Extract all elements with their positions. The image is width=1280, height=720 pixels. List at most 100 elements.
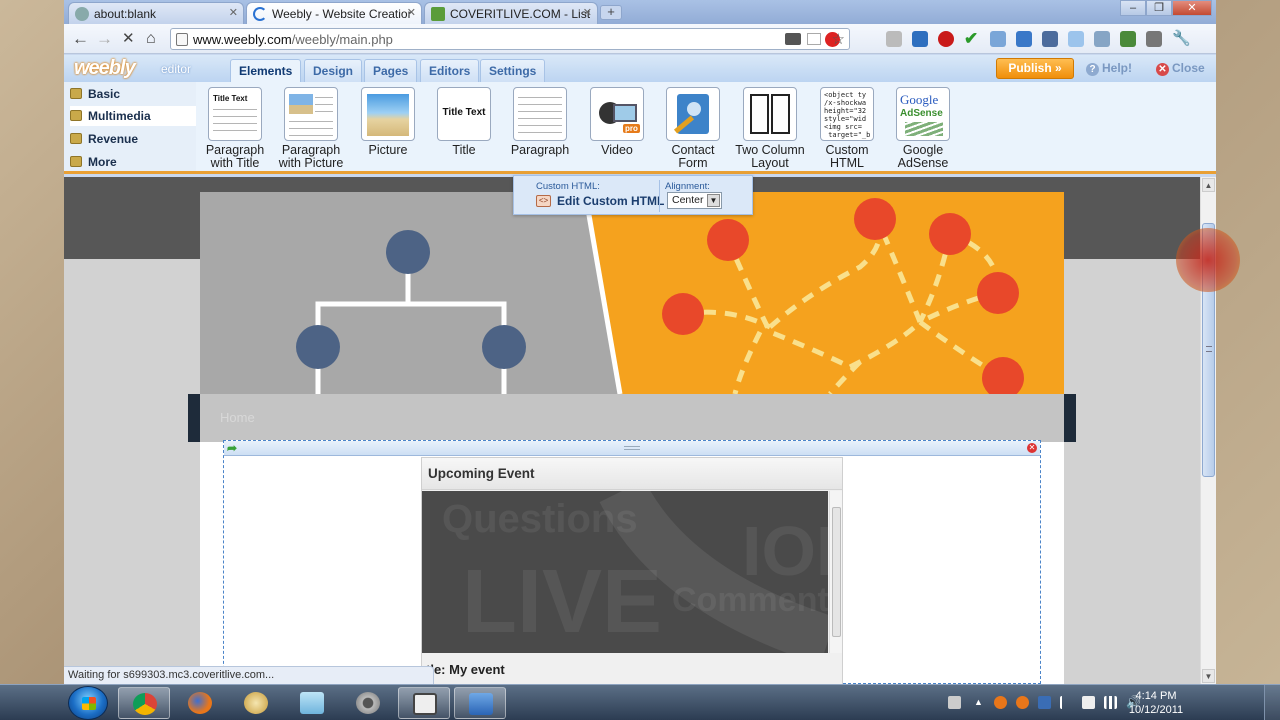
element-paragraph-with-picture[interactable]: Paragraph with Picture [273, 87, 349, 170]
element-custom-html[interactable]: <object ty /x-shockwa height="32 style="… [809, 87, 885, 170]
page-share-icon[interactable] [1068, 31, 1084, 47]
network-icon[interactable] [1104, 696, 1117, 709]
help-button[interactable]: ? Help! [1086, 61, 1132, 76]
tab-elements[interactable]: Elements [230, 59, 302, 83]
event-image-graphic [599, 491, 828, 653]
new-tab-button[interactable]: + [600, 5, 622, 20]
taskbar-chrome[interactable] [118, 687, 170, 719]
close-icon: ✕ [1156, 63, 1169, 76]
element-picture[interactable]: Picture [350, 87, 426, 157]
close-icon[interactable]: ✕ [229, 6, 238, 19]
delete-element-icon[interactable]: ✕ [1027, 443, 1037, 453]
tab-coveritlive[interactable]: COVERITLIVE.COM - List Li ✕ [424, 2, 598, 24]
close-icon[interactable]: ✕ [407, 6, 416, 19]
element-toolbar: ➦ ✕ [224, 441, 1040, 456]
feed-icon[interactable] [1120, 31, 1136, 47]
custom-html-icon: <object ty /x-shockwa height="32 style="… [820, 87, 874, 141]
tab-design[interactable]: Design [304, 59, 363, 82]
firefox-tray-icon[interactable] [994, 696, 1007, 709]
puzzle-icon[interactable] [990, 31, 1006, 47]
taskbar-capture[interactable] [454, 687, 506, 719]
bookmark-icon[interactable] [1042, 31, 1058, 47]
browser-toolbar: ← → ✕ ⌂ www.weebly.com/weebly/main.php ☆… [64, 24, 1216, 54]
flag-icon[interactable] [1060, 696, 1073, 709]
close-icon[interactable]: ✕ [583, 6, 592, 19]
edit-custom-html-button[interactable]: Edit Custom HTML [557, 194, 664, 208]
app-tray-icon[interactable] [1038, 696, 1051, 709]
event-scrollbar[interactable] [829, 491, 842, 653]
blank-page-icon[interactable] [807, 33, 821, 45]
tab-editors[interactable]: Editors [420, 59, 480, 82]
cursor-highlight [1176, 228, 1240, 292]
tab-settings[interactable]: Settings [480, 59, 546, 82]
address-url[interactable]: www.weebly.com/weebly/main.php [193, 32, 393, 47]
windows-logo-icon [82, 697, 96, 710]
start-button[interactable] [68, 686, 108, 720]
ruler-icon[interactable] [1146, 31, 1162, 47]
weebly-logo: weebly [74, 57, 136, 79]
speech-bubble-icon[interactable] [785, 33, 801, 45]
back-arrow-icon[interactable]: ← [72, 30, 89, 47]
download-icon [431, 6, 445, 21]
taskbar-paint[interactable] [230, 687, 282, 719]
element-two-column-layout[interactable]: Two Column Layout [732, 87, 808, 170]
element-video[interactable]: pro Video [579, 87, 655, 157]
chevron-down-icon[interactable]: ▼ [707, 194, 720, 207]
tab-strip: about:blank ✕ Weebly - Website Creation … [64, 0, 1216, 24]
screen-capture-icon[interactable] [912, 31, 928, 47]
bookmark-star-icon[interactable]: ☆ [832, 30, 845, 48]
eyedropper-icon[interactable] [1094, 31, 1110, 47]
close-window-icon[interactable]: ✕ [1172, 0, 1212, 16]
home-icon[interactable]: ⌂ [146, 30, 156, 47]
scroll-down-icon[interactable]: ▼ [1202, 669, 1215, 683]
forward-arrow-icon[interactable]: → [96, 30, 113, 47]
category-revenue[interactable]: Revenue [70, 129, 196, 149]
taskbar-firefox[interactable] [174, 687, 226, 719]
address-bar[interactable]: www.weebly.com/weebly/main.php ☆ [170, 28, 850, 50]
move-arrow-icon[interactable]: ➦ [227, 441, 237, 455]
tab-about-blank[interactable]: about:blank ✕ [68, 2, 244, 24]
stop-sign-icon[interactable] [938, 31, 954, 47]
scroll-up-icon[interactable]: ▲ [1202, 178, 1215, 192]
alignment-select[interactable]: Center ▼ [667, 192, 722, 209]
drag-handle[interactable] [624, 446, 640, 450]
nav-home-link[interactable]: Home [220, 410, 255, 425]
element-title[interactable]: Title Text Title [426, 87, 502, 157]
power-icon[interactable] [1082, 696, 1095, 709]
minimize-icon[interactable]: – [1120, 0, 1146, 16]
paragraph-icon [513, 87, 567, 141]
tab-weebly[interactable]: Weebly - Website Creation ✕ [246, 2, 422, 24]
clock[interactable]: 4:14 PM 10/12/2011 [1126, 689, 1186, 717]
element-google-adsense[interactable]: Google AdSense Google AdSense [885, 87, 961, 170]
firefox-tray-icon-2[interactable] [1016, 696, 1029, 709]
element-paragraph[interactable]: Paragraph [502, 87, 578, 157]
mail-icon[interactable] [886, 31, 902, 47]
keyboard-icon[interactable] [948, 696, 961, 709]
tray-expand-icon[interactable]: ▲ [974, 696, 987, 709]
category-basic[interactable]: Basic [70, 84, 196, 104]
taskbar-webcam[interactable] [342, 687, 394, 719]
selected-element-box[interactable]: ➦ ✕ Upcoming Event Questions LIVE Commen… [223, 440, 1041, 684]
publish-button[interactable]: Publish » [996, 58, 1074, 79]
category-multimedia[interactable]: Multimedia [70, 106, 196, 126]
stop-icon[interactable]: ✕ [122, 30, 135, 47]
banner-graphic [200, 192, 1064, 394]
contact-form-icon [666, 87, 720, 141]
event-image: Questions LIVE Comment ION [422, 491, 828, 653]
category-more[interactable]: More [70, 152, 196, 172]
element-paragraph-with-title[interactable]: Title Text Paragraph with Title [197, 87, 273, 170]
wrench-icon[interactable]: 🔧 [1172, 31, 1191, 47]
page-icon [176, 33, 188, 46]
tab-pages[interactable]: Pages [364, 59, 418, 82]
taskbar-recorder[interactable] [398, 687, 450, 719]
element-contact-form[interactable]: Contact Form [655, 87, 731, 170]
two-column-icon [743, 87, 797, 141]
checkmark-icon[interactable]: ✔ [964, 30, 980, 47]
window-controls: – ❐ ✕ [1120, 0, 1212, 16]
calendar-icon[interactable] [1016, 31, 1032, 47]
maximize-icon[interactable]: ❐ [1146, 0, 1172, 16]
taskbar-notes[interactable] [286, 687, 338, 719]
show-desktop-button[interactable] [1264, 685, 1280, 720]
event-widget[interactable]: Upcoming Event Questions LIVE Comment IO… [421, 457, 843, 684]
close-editor-button[interactable]: ✕ Close [1156, 61, 1205, 76]
